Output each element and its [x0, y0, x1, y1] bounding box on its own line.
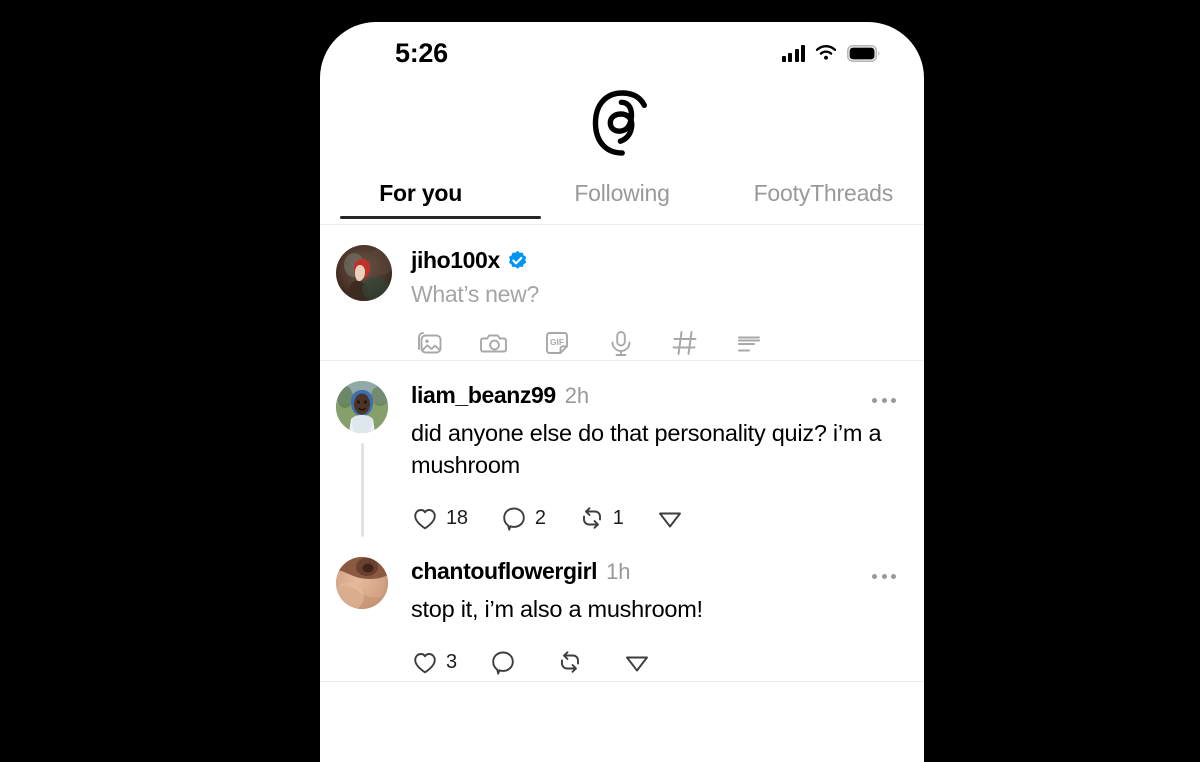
like-count: 18	[446, 506, 468, 529]
composer-avatar[interactable]	[336, 245, 392, 301]
post-more-options-icon[interactable]	[872, 570, 896, 579]
share-action[interactable]	[623, 648, 676, 676]
comment-icon	[492, 651, 514, 675]
wifi-icon	[815, 45, 837, 60]
heart-icon	[414, 509, 436, 530]
repost-icon	[560, 651, 579, 673]
battery-full-icon	[847, 44, 880, 62]
post-actions: 3	[411, 643, 896, 681]
composer-body: jiho100x What’s new?	[411, 245, 896, 308]
tab-for-you[interactable]: For you	[320, 179, 541, 219]
camera-icon[interactable]	[478, 328, 508, 358]
tab-following-label: Following	[574, 179, 670, 206]
share-action[interactable]	[656, 504, 709, 532]
composer[interactable]: jiho100x What’s new? GIF	[320, 225, 924, 360]
feed-tabs: For you Following FootyThreads	[320, 162, 924, 224]
post-username[interactable]: chantouflowergirl	[411, 558, 598, 585]
status-indicators	[781, 44, 881, 63]
post-left-rail	[336, 557, 388, 681]
svg-text:GIF: GIF	[550, 337, 564, 347]
post-item[interactable]: liam_beanz99 2h did anyone else do that …	[320, 361, 924, 537]
composer-username: jiho100x	[411, 247, 500, 273]
thread-connector-line	[360, 443, 364, 537]
app-logo-wrap	[320, 84, 924, 162]
microphone-icon[interactable]	[606, 328, 636, 358]
repost-icon	[582, 507, 601, 529]
tab-footythreads[interactable]: FootyThreads	[723, 180, 924, 207]
reply-action[interactable]: 2	[500, 504, 564, 532]
post-text: did anyone else do that personality quiz…	[411, 420, 882, 478]
reply-action[interactable]	[489, 648, 542, 676]
threads-logo-icon	[592, 90, 647, 156]
composer-top: jiho100x What’s new?	[320, 245, 924, 308]
post-username[interactable]: liam_beanz99	[411, 382, 556, 409]
heart-icon	[414, 653, 436, 674]
gallery-icon[interactable]	[414, 328, 444, 358]
screenshot-stage: 5:26 For you Following FootyThreads jiho…	[0, 0, 1200, 762]
post-avatar[interactable]	[336, 557, 388, 609]
phone-screen: 5:26 For you Following FootyThreads jiho…	[320, 22, 924, 762]
hashtag-icon[interactable]	[670, 328, 700, 358]
gif-icon[interactable]: GIF	[542, 328, 572, 358]
post-header: liam_beanz99 2h	[411, 382, 896, 409]
post-text: stop it, i’m also a mushroom!	[411, 596, 703, 622]
status-bar: 5:26	[320, 22, 924, 84]
tab-for-you-label: For you	[379, 179, 463, 206]
composer-attachment-icons: GIF	[320, 308, 924, 360]
like-count: 3	[446, 650, 457, 673]
post-avatar[interactable]	[336, 381, 388, 433]
post-more-options-icon[interactable]	[872, 394, 896, 403]
post-body: chantouflowergirl 1h stop it, i’m also a…	[411, 557, 896, 681]
like-action[interactable]: 18	[411, 504, 486, 532]
tab-footythreads-label: FootyThreads	[753, 179, 894, 206]
repost-action[interactable]	[556, 648, 609, 676]
composer-name-row: jiho100x	[411, 247, 896, 274]
post-actions: 18 2 1	[411, 499, 896, 537]
post-item[interactable]: chantouflowergirl 1h stop it, i’m also a…	[320, 537, 924, 681]
repost-count: 1	[612, 506, 624, 529]
post-left-rail	[336, 381, 388, 537]
share-icon	[658, 512, 681, 528]
comment-icon	[503, 507, 525, 531]
reply-count: 2	[534, 506, 546, 529]
post-header: chantouflowergirl 1h	[411, 558, 896, 585]
post-timestamp: 2h	[564, 383, 589, 408]
poll-icon[interactable]	[734, 328, 764, 358]
post-timestamp: 1h	[606, 559, 631, 584]
verified-badge-icon	[508, 250, 527, 269]
active-tab-indicator	[340, 215, 541, 219]
cellular-signal-icon	[781, 45, 805, 62]
post-divider	[320, 681, 924, 682]
repost-action[interactable]: 1	[578, 504, 642, 532]
share-icon	[625, 656, 648, 672]
tab-following[interactable]: Following	[521, 180, 722, 207]
status-time: 5:26	[395, 38, 448, 68]
composer-placeholder[interactable]: What’s new?	[411, 281, 896, 308]
like-action[interactable]: 3	[411, 648, 475, 676]
post-body: liam_beanz99 2h did anyone else do that …	[411, 381, 896, 537]
